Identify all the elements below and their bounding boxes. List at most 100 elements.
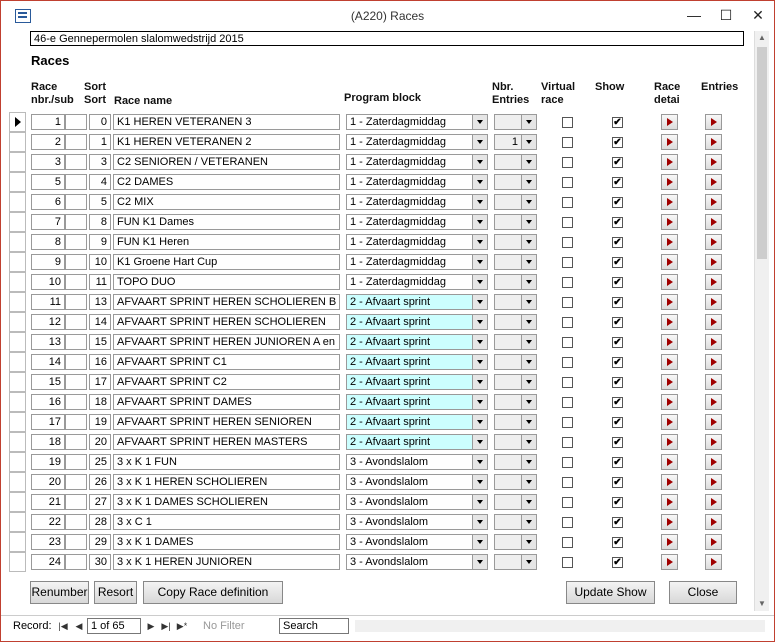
program-block-select[interactable]: 1 - Zaterdagmiddag bbox=[346, 114, 488, 130]
sort-field[interactable]: 0 bbox=[89, 114, 111, 130]
show-checkbox[interactable]: ✔ bbox=[612, 557, 623, 568]
nbr-entries-select[interactable] bbox=[494, 274, 537, 290]
virtual-race-checkbox[interactable] bbox=[562, 337, 573, 348]
virtual-race-checkbox[interactable] bbox=[562, 557, 573, 568]
virtual-race-checkbox[interactable] bbox=[562, 237, 573, 248]
dropdown-arrow-icon[interactable] bbox=[521, 295, 536, 309]
program-block-select[interactable]: 2 - Afvaart sprint bbox=[346, 314, 488, 330]
record-selector[interactable] bbox=[9, 512, 26, 532]
dropdown-arrow-icon[interactable] bbox=[521, 395, 536, 409]
entries-button[interactable] bbox=[705, 534, 722, 550]
race-sub-field[interactable] bbox=[65, 434, 87, 450]
dropdown-arrow-icon[interactable] bbox=[521, 455, 536, 469]
show-checkbox[interactable]: ✔ bbox=[612, 417, 623, 428]
entries-button[interactable] bbox=[705, 214, 722, 230]
record-selector[interactable] bbox=[9, 452, 26, 472]
dropdown-arrow-icon[interactable] bbox=[472, 335, 487, 349]
record-selector[interactable] bbox=[9, 192, 26, 212]
race-name-field[interactable]: AFVAART SPRINT DAMES bbox=[113, 394, 340, 410]
race-name-field[interactable]: TOPO DUO bbox=[113, 274, 340, 290]
sort-field[interactable]: 4 bbox=[89, 174, 111, 190]
record-selector[interactable] bbox=[9, 272, 26, 292]
race-detail-button[interactable] bbox=[661, 234, 678, 250]
dropdown-arrow-icon[interactable] bbox=[521, 535, 536, 549]
race-nbr-field[interactable]: 3 bbox=[31, 154, 65, 170]
race-nbr-field[interactable]: 12 bbox=[31, 314, 65, 330]
race-nbr-field[interactable]: 11 bbox=[31, 294, 65, 310]
race-detail-button[interactable] bbox=[661, 514, 678, 530]
entries-button[interactable] bbox=[705, 434, 722, 450]
program-block-select[interactable]: 1 - Zaterdagmiddag bbox=[346, 234, 488, 250]
virtual-race-checkbox[interactable] bbox=[562, 457, 573, 468]
race-detail-button[interactable] bbox=[661, 494, 678, 510]
virtual-race-checkbox[interactable] bbox=[562, 217, 573, 228]
race-name-field[interactable]: K1 HEREN VETERANEN 3 bbox=[113, 114, 340, 130]
race-name-field[interactable]: 3 x C 1 bbox=[113, 514, 340, 530]
horizontal-scrollbar[interactable] bbox=[355, 620, 765, 632]
race-name-field[interactable]: 3 x K 1 FUN bbox=[113, 454, 340, 470]
dropdown-arrow-icon[interactable] bbox=[521, 355, 536, 369]
race-detail-button[interactable] bbox=[661, 174, 678, 190]
race-detail-button[interactable] bbox=[661, 114, 678, 130]
entries-button[interactable] bbox=[705, 494, 722, 510]
dropdown-arrow-icon[interactable] bbox=[472, 415, 487, 429]
race-name-field[interactable]: FUN K1 Dames bbox=[113, 214, 340, 230]
show-checkbox[interactable]: ✔ bbox=[612, 317, 623, 328]
virtual-race-checkbox[interactable] bbox=[562, 357, 573, 368]
last-record-icon[interactable]: ▶| bbox=[159, 619, 173, 633]
next-record-icon[interactable]: ▶ bbox=[144, 619, 158, 633]
dropdown-arrow-icon[interactable] bbox=[521, 115, 536, 129]
dropdown-arrow-icon[interactable] bbox=[521, 515, 536, 529]
race-nbr-field[interactable]: 23 bbox=[31, 534, 65, 550]
virtual-race-checkbox[interactable] bbox=[562, 497, 573, 508]
program-block-select[interactable]: 2 - Afvaart sprint bbox=[346, 354, 488, 370]
nbr-entries-select[interactable] bbox=[494, 334, 537, 350]
show-checkbox[interactable]: ✔ bbox=[612, 397, 623, 408]
nbr-entries-select[interactable] bbox=[494, 394, 537, 410]
race-detail-button[interactable] bbox=[661, 134, 678, 150]
dropdown-arrow-icon[interactable] bbox=[521, 275, 536, 289]
race-sub-field[interactable] bbox=[65, 334, 87, 350]
record-selector[interactable] bbox=[9, 372, 26, 392]
sort-field[interactable]: 27 bbox=[89, 494, 111, 510]
sort-field[interactable]: 25 bbox=[89, 454, 111, 470]
virtual-race-checkbox[interactable] bbox=[562, 377, 573, 388]
update-show-button[interactable]: Update Show bbox=[566, 581, 655, 604]
dropdown-arrow-icon[interactable] bbox=[472, 115, 487, 129]
race-detail-button[interactable] bbox=[661, 554, 678, 570]
nbr-entries-select[interactable] bbox=[494, 474, 537, 490]
close-window-button[interactable]: ✕ bbox=[745, 5, 771, 25]
dropdown-arrow-icon[interactable] bbox=[472, 195, 487, 209]
sort-field[interactable]: 20 bbox=[89, 434, 111, 450]
race-name-field[interactable]: C2 MIX bbox=[113, 194, 340, 210]
renumber-button[interactable]: Renumber bbox=[30, 581, 89, 604]
dropdown-arrow-icon[interactable] bbox=[472, 135, 487, 149]
race-sub-field[interactable] bbox=[65, 134, 87, 150]
race-nbr-field[interactable]: 8 bbox=[31, 234, 65, 250]
nbr-entries-select[interactable] bbox=[494, 154, 537, 170]
race-nbr-field[interactable]: 10 bbox=[31, 274, 65, 290]
record-selector[interactable] bbox=[9, 352, 26, 372]
race-nbr-field[interactable]: 15 bbox=[31, 374, 65, 390]
record-selector[interactable] bbox=[9, 292, 26, 312]
nbr-entries-select[interactable] bbox=[494, 554, 537, 570]
nbr-entries-select[interactable] bbox=[494, 454, 537, 470]
virtual-race-checkbox[interactable] bbox=[562, 117, 573, 128]
race-name-field[interactable]: K1 Groene Hart Cup bbox=[113, 254, 340, 270]
race-sub-field[interactable] bbox=[65, 114, 87, 130]
race-sub-field[interactable] bbox=[65, 354, 87, 370]
race-detail-button[interactable] bbox=[661, 534, 678, 550]
virtual-race-checkbox[interactable] bbox=[562, 257, 573, 268]
show-checkbox[interactable]: ✔ bbox=[612, 157, 623, 168]
race-sub-field[interactable] bbox=[65, 514, 87, 530]
dropdown-arrow-icon[interactable] bbox=[521, 135, 536, 149]
record-selector[interactable] bbox=[9, 152, 26, 172]
virtual-race-checkbox[interactable] bbox=[562, 517, 573, 528]
dropdown-arrow-icon[interactable] bbox=[472, 455, 487, 469]
record-selector[interactable] bbox=[9, 432, 26, 452]
virtual-race-checkbox[interactable] bbox=[562, 417, 573, 428]
race-sub-field[interactable] bbox=[65, 454, 87, 470]
dropdown-arrow-icon[interactable] bbox=[472, 395, 487, 409]
nbr-entries-select[interactable] bbox=[494, 534, 537, 550]
race-sub-field[interactable] bbox=[65, 534, 87, 550]
